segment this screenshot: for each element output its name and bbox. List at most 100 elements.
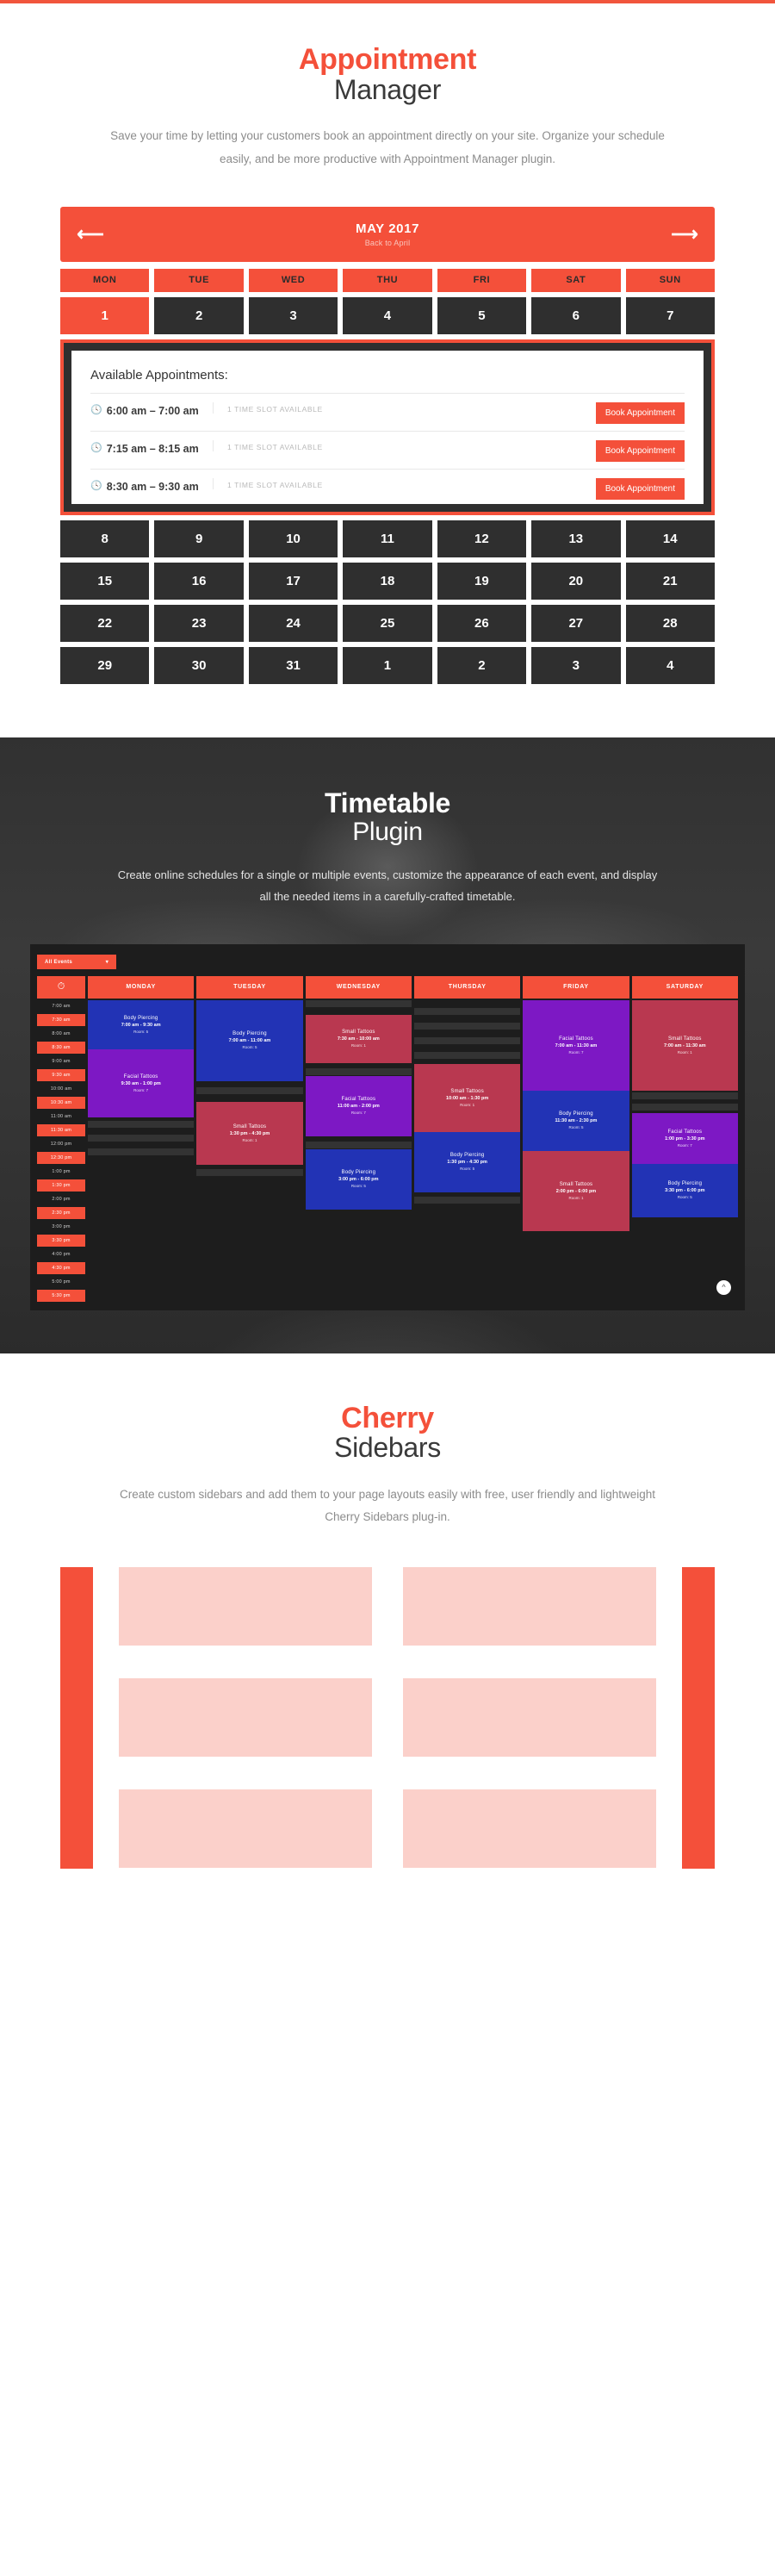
timetable-event[interactable]: Body Piercing 3:00 pm - 6:00 pm Room: 5 bbox=[305, 1148, 412, 1210]
event-room: Room: 7 bbox=[568, 1049, 584, 1055]
book-appointment-button[interactable]: Book Appointment bbox=[595, 439, 685, 462]
calendar-day[interactable]: 9 bbox=[154, 520, 244, 557]
calendar-back-link[interactable]: Back to April bbox=[102, 239, 673, 247]
timetable-event[interactable]: Facial Tattoos 1:00 pm - 3:30 pm Room: 7 bbox=[631, 1112, 738, 1164]
title-line-accent: Cherry bbox=[341, 1401, 434, 1434]
calendar-day[interactable]: 4 bbox=[343, 296, 432, 334]
calendar-day[interactable]: 1 bbox=[343, 646, 432, 684]
calendar-day[interactable]: 7 bbox=[625, 296, 715, 334]
chevron-up-icon[interactable]: ^ bbox=[716, 1279, 731, 1295]
event-time: 7:00 am - 11:00 am bbox=[228, 1038, 271, 1044]
calendar-day[interactable]: 12 bbox=[437, 520, 527, 557]
event-filter-select[interactable]: All Events ▾ bbox=[37, 955, 116, 970]
arrow-left-icon[interactable]: ⟵ bbox=[77, 223, 104, 246]
calendar-day[interactable]: 1 bbox=[60, 296, 150, 334]
calendar-day[interactable]: 6 bbox=[531, 296, 621, 334]
calendar-day[interactable]: 23 bbox=[154, 604, 244, 642]
timetable-event[interactable]: Body Piercing 3:30 pm - 6:00 pm Room: 5 bbox=[631, 1163, 738, 1217]
timetable-event[interactable]: Small Tattoos 2:00 pm - 6:00 pm Room: 1 bbox=[523, 1150, 629, 1231]
calendar-day[interactable]: 17 bbox=[248, 562, 338, 600]
day-events-wednesday: Small Tattoos 7:30 am - 10:00 am Room: 1 Fa… bbox=[305, 999, 412, 1210]
time-slot: 11:30 am bbox=[37, 1123, 85, 1136]
event-time: 1:00 pm - 3:30 pm bbox=[665, 1136, 705, 1142]
calendar-week-1: 1 2 3 4 5 6 7 bbox=[60, 296, 715, 334]
calendar-day[interactable]: 8 bbox=[60, 520, 150, 557]
calendar-day[interactable]: 14 bbox=[625, 520, 715, 557]
weekday-mon: MON bbox=[60, 268, 150, 292]
cherry-sidebars-section: Cherry Sidebars Create custom sidebars a… bbox=[0, 1353, 775, 1869]
calendar-day[interactable]: 28 bbox=[625, 604, 715, 642]
calendar-day[interactable]: 30 bbox=[154, 646, 244, 684]
timetable-event[interactable]: Body Piercing 7:00 am - 11:00 am Room: 5 bbox=[196, 999, 303, 1081]
calendar-day[interactable]: 16 bbox=[154, 562, 244, 600]
calendar-day[interactable]: 18 bbox=[343, 562, 432, 600]
appointment-slot-label: 1 TIME SLOT AVAILABLE bbox=[213, 439, 596, 451]
event-name: Small Tattoos bbox=[668, 1036, 702, 1042]
calendar-day[interactable]: 13 bbox=[531, 520, 621, 557]
timetable-event[interactable]: Facial Tattoos 7:00 am - 11:30 am Room: 7 bbox=[523, 999, 629, 1091]
timetable-event[interactable]: Facial Tattoos 9:30 am - 1:00 pm Room: 7 bbox=[88, 1048, 195, 1117]
calendar-day[interactable]: 31 bbox=[248, 646, 338, 684]
timetable-event[interactable]: Small Tattoos 1:30 pm - 4:30 pm Room: 1 bbox=[196, 1101, 303, 1165]
timetable-event[interactable]: Body Piercing 1:30 pm - 4:30 pm Room: 5 bbox=[413, 1131, 521, 1192]
calendar-day[interactable]: 3 bbox=[531, 646, 621, 684]
time-slot: 9:00 am bbox=[52, 1058, 71, 1064]
time-slot: 4:30 pm bbox=[37, 1261, 85, 1274]
event-room: Room: 5 bbox=[350, 1184, 366, 1189]
weekday-sun: SUN bbox=[625, 268, 715, 292]
event-room: Room: 5 bbox=[133, 1029, 149, 1034]
clock-icon: 🕓 bbox=[90, 404, 102, 415]
arrow-right-icon[interactable]: ⟶ bbox=[671, 223, 698, 246]
timetable-event[interactable]: Body Piercing 7:00 am - 9:30 am Room: 5 bbox=[88, 999, 195, 1049]
calendar-day[interactable]: 2 bbox=[154, 296, 244, 334]
calendar-day[interactable]: 10 bbox=[248, 520, 338, 557]
empty-slot bbox=[88, 1134, 195, 1142]
calendar-day[interactable]: 21 bbox=[625, 562, 715, 600]
event-room: Room: 1 bbox=[677, 1049, 692, 1055]
title-line-plain: Sidebars bbox=[334, 1432, 441, 1464]
timetable-section: Timetable Plugin Create online schedules… bbox=[0, 737, 775, 1353]
day-header: THURSDAY bbox=[413, 975, 521, 999]
event-room: Room: 1 bbox=[460, 1102, 475, 1107]
calendar-day[interactable]: 24 bbox=[248, 604, 338, 642]
book-appointment-button[interactable]: Book Appointment bbox=[595, 401, 685, 424]
event-room: Room: 7 bbox=[133, 1087, 149, 1092]
calendar-day[interactable]: 15 bbox=[60, 562, 150, 600]
calendar-day[interactable]: 3 bbox=[248, 296, 338, 334]
event-room: Room: 7 bbox=[350, 1111, 366, 1116]
content-placeholder-block bbox=[119, 1789, 372, 1868]
time-slot: 5:00 pm bbox=[52, 1279, 71, 1285]
calendar-day[interactable]: 22 bbox=[60, 604, 150, 642]
event-time: 11:00 am - 2:00 pm bbox=[337, 1104, 380, 1110]
timetable-widget: All Events ▾ ⏱ 7:00 am 7:30 am 8:00 am 8… bbox=[30, 943, 745, 1310]
timetable-event[interactable]: Small Tattoos 7:30 am - 10:00 am Room: 1 bbox=[305, 1014, 412, 1063]
calendar-day[interactable]: 11 bbox=[343, 520, 432, 557]
weekday-sat: SAT bbox=[531, 268, 621, 292]
sidebar-content-columns bbox=[119, 1566, 656, 1869]
event-name: Body Piercing bbox=[559, 1111, 593, 1117]
calendar-day[interactable]: 27 bbox=[531, 604, 621, 642]
event-filter-label: All Events bbox=[45, 959, 73, 965]
timetable-toolbar: All Events ▾ bbox=[37, 951, 738, 974]
calendar-day[interactable]: 4 bbox=[625, 646, 715, 684]
event-room: Room: 7 bbox=[677, 1142, 692, 1148]
timetable-event[interactable]: Small Tattoos 7:00 am - 11:30 am Room: 1 bbox=[631, 999, 738, 1091]
appointment-slot-label: 1 TIME SLOT AVAILABLE bbox=[213, 401, 596, 414]
content-placeholder-block bbox=[403, 1566, 656, 1646]
available-appointments-heading: Available Appointments: bbox=[90, 367, 228, 383]
appointment-section-description: Save your time by letting your customers… bbox=[110, 129, 665, 165]
calendar-day[interactable]: 2 bbox=[437, 646, 527, 684]
calendar-day[interactable]: 19 bbox=[437, 562, 527, 600]
event-name: Facial Tattoos bbox=[123, 1073, 158, 1080]
empty-slot bbox=[631, 1103, 738, 1111]
event-room: Room: 1 bbox=[568, 1195, 584, 1200]
calendar-day[interactable]: 26 bbox=[437, 604, 527, 642]
calendar-day[interactable]: 20 bbox=[531, 562, 621, 600]
calendar-day[interactable]: 25 bbox=[343, 604, 432, 642]
timetable-event[interactable]: Body Piercing 11:30 am - 2:30 pm Room: 5 bbox=[523, 1090, 629, 1151]
book-appointment-button[interactable]: Book Appointment bbox=[595, 477, 685, 500]
timetable-event[interactable]: Facial Tattoos 11:00 am - 2:00 pm Room: 7 bbox=[305, 1075, 412, 1136]
calendar-day[interactable]: 5 bbox=[437, 296, 527, 334]
calendar-day[interactable]: 29 bbox=[60, 646, 150, 684]
timetable-event[interactable]: Small Tattoos 10:00 am - 1:30 pm Room: 1 bbox=[413, 1063, 521, 1132]
